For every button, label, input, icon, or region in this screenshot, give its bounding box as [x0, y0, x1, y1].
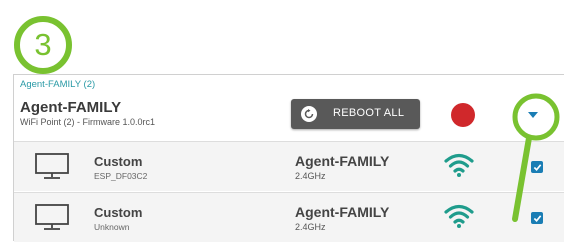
checkmark-icon: [533, 163, 541, 171]
step-number-annotation: 3: [14, 16, 72, 74]
monitor-icon: [35, 153, 69, 179]
device-checkbox[interactable]: [531, 212, 543, 224]
breadcrumb[interactable]: Agent-FAMILY (2): [20, 79, 95, 90]
group-firmware-info: WiFi Point (2) - Firmware 1.0.0rc1: [20, 117, 156, 127]
wifi-icon: [444, 204, 474, 228]
device-row[interactable]: Custom ESP_DF03C2 Agent-FAMILY 2.4GHz: [14, 141, 564, 191]
status-indicator: [451, 103, 475, 127]
router-group-panel: Agent-FAMILY (2) Agent-FAMILY WiFi Point…: [13, 74, 564, 242]
device-id: ESP_DF03C2: [94, 171, 148, 181]
reboot-all-button[interactable]: REBOOT ALL: [291, 99, 420, 129]
device-id: Unknown: [94, 222, 130, 232]
network-name: Agent-FAMILY: [295, 204, 390, 220]
network-band: 2.4GHz: [295, 222, 326, 232]
network-band: 2.4GHz: [295, 171, 326, 181]
wifi-icon: [444, 153, 474, 177]
reboot-icon: [301, 106, 317, 122]
monitor-icon: [35, 204, 69, 230]
device-name: Custom: [94, 154, 143, 169]
device-name: Custom: [94, 205, 143, 220]
checkmark-icon: [533, 214, 541, 222]
group-title: Agent-FAMILY: [20, 99, 122, 116]
device-row[interactable]: Custom Unknown Agent-FAMILY 2.4GHz: [14, 192, 564, 242]
chevron-down-icon[interactable]: [528, 112, 538, 118]
step-number: 3: [34, 27, 52, 62]
reboot-all-label: REBOOT ALL: [333, 107, 405, 119]
device-checkbox[interactable]: [531, 161, 543, 173]
network-name: Agent-FAMILY: [295, 153, 390, 169]
